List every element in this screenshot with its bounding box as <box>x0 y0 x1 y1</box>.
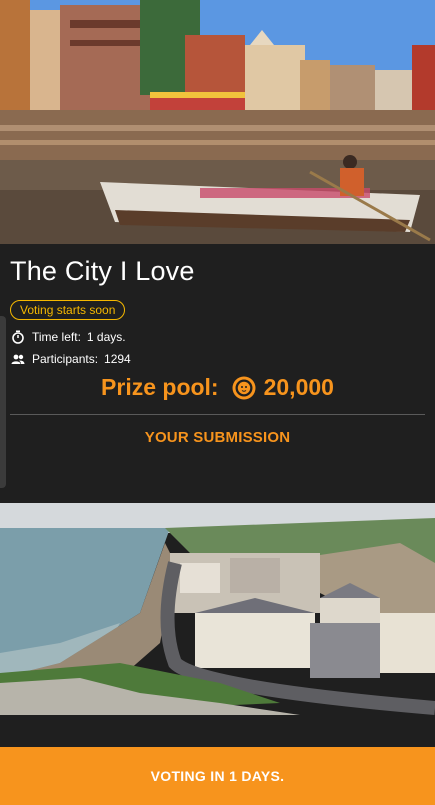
prize-pool-label: Prize pool: <box>101 374 219 400</box>
participants-row: Participants: 1294 <box>11 352 131 366</box>
contest-title: The City I Love <box>10 256 195 286</box>
prize-pool-amount: 20,000 <box>263 374 334 400</box>
submission-photo[interactable] <box>0 503 435 715</box>
your-submission-heading[interactable]: YOUR SUBMISSION <box>0 429 435 446</box>
people-icon <box>11 352 25 366</box>
contest-cover-image <box>0 0 435 244</box>
time-left-row: Time left: 1 days. <box>11 330 126 344</box>
status-badge: Voting starts soon <box>10 300 126 320</box>
participants-count: 1294 <box>104 352 131 366</box>
stopwatch-icon <box>11 330 25 344</box>
lion-coin-icon <box>232 376 256 400</box>
participants-label: Participants: <box>32 352 99 366</box>
voting-countdown-button[interactable]: VOTING IN 1 DAYS. <box>0 747 435 805</box>
time-left-value: 1 days. <box>86 330 126 344</box>
time-left-label: Time left: <box>32 330 81 344</box>
prize-pool: Prize pool: 20,000 <box>0 374 435 401</box>
side-drawer-handle[interactable] <box>0 316 6 488</box>
section-divider <box>10 414 425 415</box>
